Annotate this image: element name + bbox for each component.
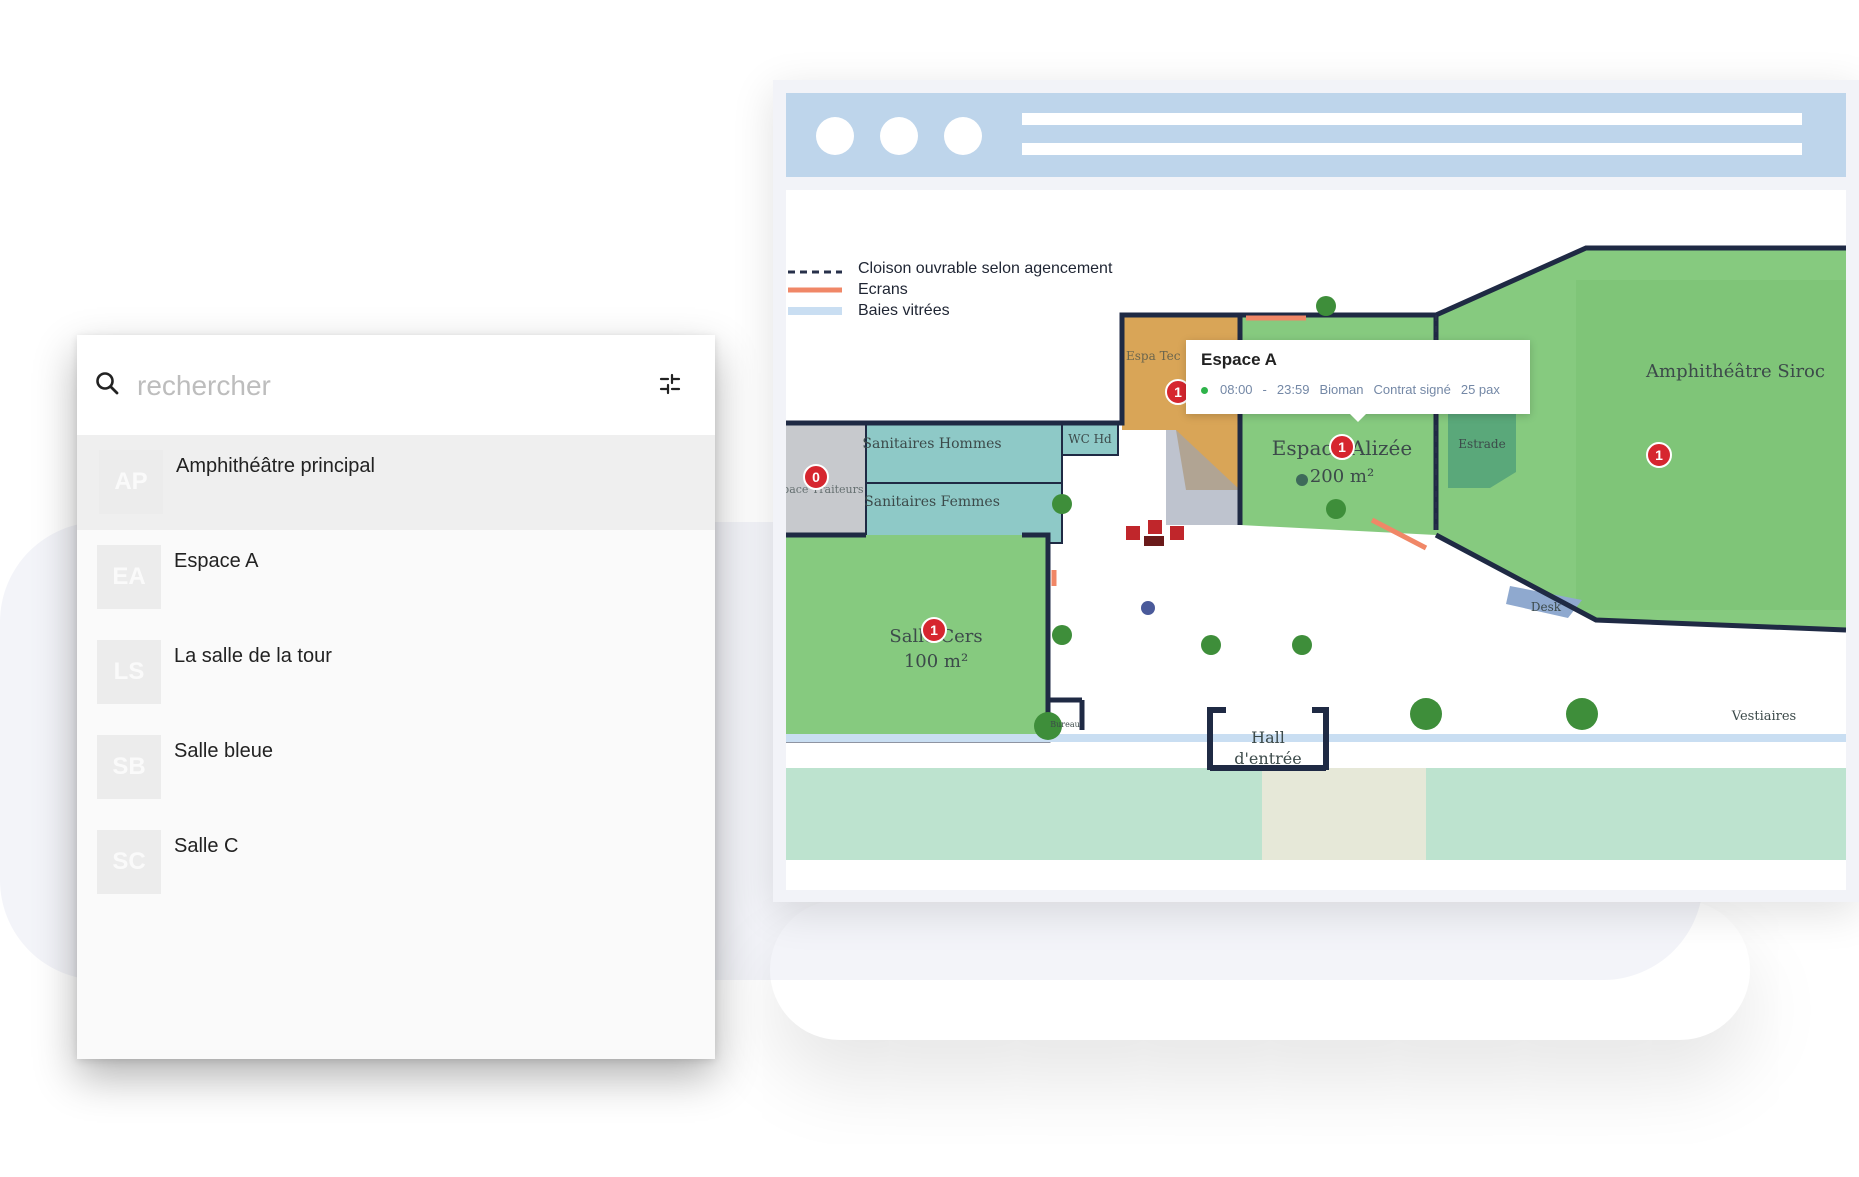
space-name: Salle bleue: [174, 740, 273, 762]
space-avatar: EA: [97, 545, 161, 609]
space-name: Espace A: [174, 550, 259, 572]
space-list-item[interactable]: EA Espace A: [77, 530, 715, 625]
booking-pin[interactable]: 1: [921, 617, 947, 643]
filter-sliders-icon[interactable]: [659, 373, 681, 395]
search-input[interactable]: [135, 365, 579, 407]
label-vestiaires: Vestiaires: [1731, 709, 1796, 724]
tooltip-time-separator: -: [1262, 382, 1267, 397]
legend: Cloison ouvrable selon agencement Ecrans…: [788, 260, 1113, 319]
address-bar-line: [1022, 113, 1802, 125]
seat-rows: [1576, 280, 1846, 610]
space-list-item[interactable]: AP Amphithéâtre principal: [77, 435, 715, 530]
tooltip-time-end: 23:59: [1276, 382, 1310, 397]
booking-pin[interactable]: 1: [1646, 442, 1672, 468]
window-dot: [880, 117, 918, 155]
label-wc-hd: WC Hd: [1068, 432, 1112, 446]
label-bureau: Bureau: [1050, 720, 1080, 729]
tooltip-pax: 25 pax: [1460, 382, 1500, 397]
space-list-item[interactable]: SC Salle C: [77, 815, 715, 910]
tooltip-contract: Contrat signé: [1373, 382, 1451, 397]
background-shadow: [770, 900, 1750, 1040]
label-sanitaires-hommes: Sanitaires Hommes: [862, 436, 1001, 452]
label-espace-technique: Espa Tec: [1126, 349, 1181, 363]
booking-tooltip: Espace A 08:00-23:59 Bioman Contrat signé 2…: [1186, 340, 1530, 422]
tooltip-client: Bioman: [1319, 382, 1364, 397]
label-espace-alizee-area: 200 m²: [1310, 466, 1374, 487]
search-bar: [77, 335, 715, 436]
floor-plan-drawing: Cloison ouvrable selon agencement Ecrans…: [786, 245, 1846, 860]
address-bar-line: [1022, 143, 1802, 155]
space-name: Amphithéâtre principal: [176, 455, 375, 477]
space-name: Salle C: [174, 835, 239, 857]
tooltip-time-start: 08:00: [1220, 382, 1253, 397]
booking-pin[interactable]: 0: [803, 464, 829, 490]
label-amphitheatre: Amphithéâtre Siroc: [1645, 361, 1825, 382]
space-avatar: SC: [97, 830, 161, 894]
legend-screens-label: Ecrans: [858, 281, 908, 298]
label-sanitaires-femmes: Sanitaires Femmes: [864, 494, 1000, 510]
entrance-path: [1262, 768, 1426, 860]
label-estrade: Estrade: [1458, 437, 1505, 451]
space-avatar: LS: [97, 640, 161, 704]
label-hall: Hall: [1251, 728, 1285, 747]
legend-partition-label: Cloison ouvrable selon agencement: [858, 260, 1113, 277]
space-list-item[interactable]: SB Salle bleue: [77, 720, 715, 815]
floor-plan: Cloison ouvrable selon agencement Ecrans…: [786, 190, 1846, 890]
legend-glass-label: Baies vitrées: [858, 302, 950, 319]
room-sanitaires-hommes: [865, 422, 1063, 484]
label-hall-line2: d'entrée: [1234, 749, 1301, 768]
search-icon: [96, 372, 119, 395]
tooltip-details: 08:00-23:59 Bioman Contrat signé 25 pax: [1201, 382, 1510, 397]
booking-pin[interactable]: 1: [1329, 434, 1355, 460]
label-salle-cers-area: 100 m²: [904, 651, 968, 672]
status-dot-icon: [1201, 387, 1208, 395]
space-list-item[interactable]: LS La salle de la tour: [77, 625, 715, 720]
space-list-panel: AP Amphithéâtre principal EA Espace A LS…: [77, 335, 715, 1059]
browser-window: Cloison ouvrable selon agencement Ecrans…: [773, 80, 1859, 902]
space-avatar: AP: [99, 450, 163, 514]
space-name: La salle de la tour: [174, 645, 332, 667]
tooltip-title: Espace A: [1201, 350, 1277, 369]
window-dot: [816, 117, 854, 155]
label-desk: Desk: [1531, 600, 1562, 614]
space-avatar: SB: [97, 735, 161, 799]
window-dot: [944, 117, 982, 155]
browser-toolbar: [786, 93, 1846, 177]
